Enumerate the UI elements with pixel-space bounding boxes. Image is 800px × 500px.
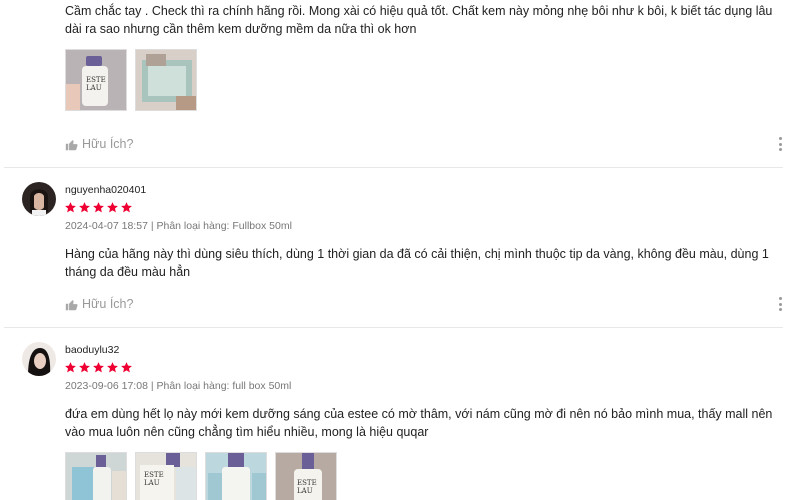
svg-text:ESTE: ESTE — [297, 479, 317, 487]
review-variation: Phân loại hàng: full box 50ml — [156, 380, 292, 392]
review-date: 2024-04-07 18:57 — [65, 220, 148, 232]
svg-text:LAU: LAU — [86, 84, 102, 92]
review-photo[interactable] — [135, 49, 197, 111]
thumbs-up-icon — [65, 139, 78, 150]
review-1-text: Cầm chắc tay . Check thì ra chính hãng r… — [65, 4, 773, 36]
svg-text:LAU: LAU — [297, 487, 313, 495]
star-icon — [121, 202, 132, 213]
review-meta: 2024-04-07 18:57 | Phân loại hàng: Fullb… — [65, 220, 292, 232]
more-options-button[interactable] — [776, 137, 784, 151]
review-photo[interactable]: ESTE LAU — [135, 452, 197, 500]
helpful-label: Hữu Ích? — [82, 297, 134, 311]
thumbs-up-icon — [65, 299, 78, 310]
avatar — [22, 182, 56, 216]
review-variation: Phân loại hàng: Fullbox 50ml — [156, 220, 292, 232]
star-icon — [79, 362, 90, 373]
review-username: baoduylu32 — [65, 344, 120, 356]
star-icon — [65, 202, 76, 213]
review-date: 2023-09-06 17:08 — [65, 380, 148, 392]
divider — [4, 327, 783, 328]
review-2-text: Hàng của hãng này thì dùng siêu thích, d… — [65, 247, 769, 279]
more-options-button[interactable] — [776, 297, 784, 311]
helpful-button[interactable]: Hữu Ích? — [65, 297, 133, 311]
star-icon — [93, 202, 104, 213]
review-3-text: đứa em dùng hết lọ này mới kem dưỡng sán… — [65, 407, 773, 439]
review-1-media: ESTE LAU — [65, 49, 197, 111]
star-icon — [107, 362, 118, 373]
rating-stars — [64, 201, 133, 214]
helpful-button[interactable]: Hữu Ích? — [65, 137, 133, 151]
more-vertical-icon — [778, 297, 782, 300]
star-icon — [93, 362, 104, 373]
star-icon — [121, 362, 132, 373]
star-icon — [79, 202, 90, 213]
review-username: nguyenha020401 — [65, 184, 147, 196]
helpful-label: Hữu Ích? — [82, 137, 134, 151]
svg-text:ESTE: ESTE — [86, 76, 106, 84]
star-icon — [65, 362, 76, 373]
review-3-media: ESTE LAU ESTE LAU — [65, 452, 337, 500]
review-photo[interactable]: ESTE LAU — [65, 49, 127, 111]
divider — [4, 167, 783, 168]
rating-stars — [64, 361, 133, 374]
avatar — [22, 342, 56, 376]
svg-text:LAU: LAU — [144, 479, 160, 487]
review-photo[interactable] — [205, 452, 267, 500]
star-icon — [107, 202, 118, 213]
review-photo[interactable]: ESTE LAU — [275, 452, 337, 500]
review-meta: 2023-09-06 17:08 | Phân loại hàng: full … — [65, 380, 291, 392]
review-photo[interactable] — [65, 452, 127, 500]
more-vertical-icon — [778, 137, 782, 140]
svg-text:ESTE: ESTE — [144, 471, 164, 479]
